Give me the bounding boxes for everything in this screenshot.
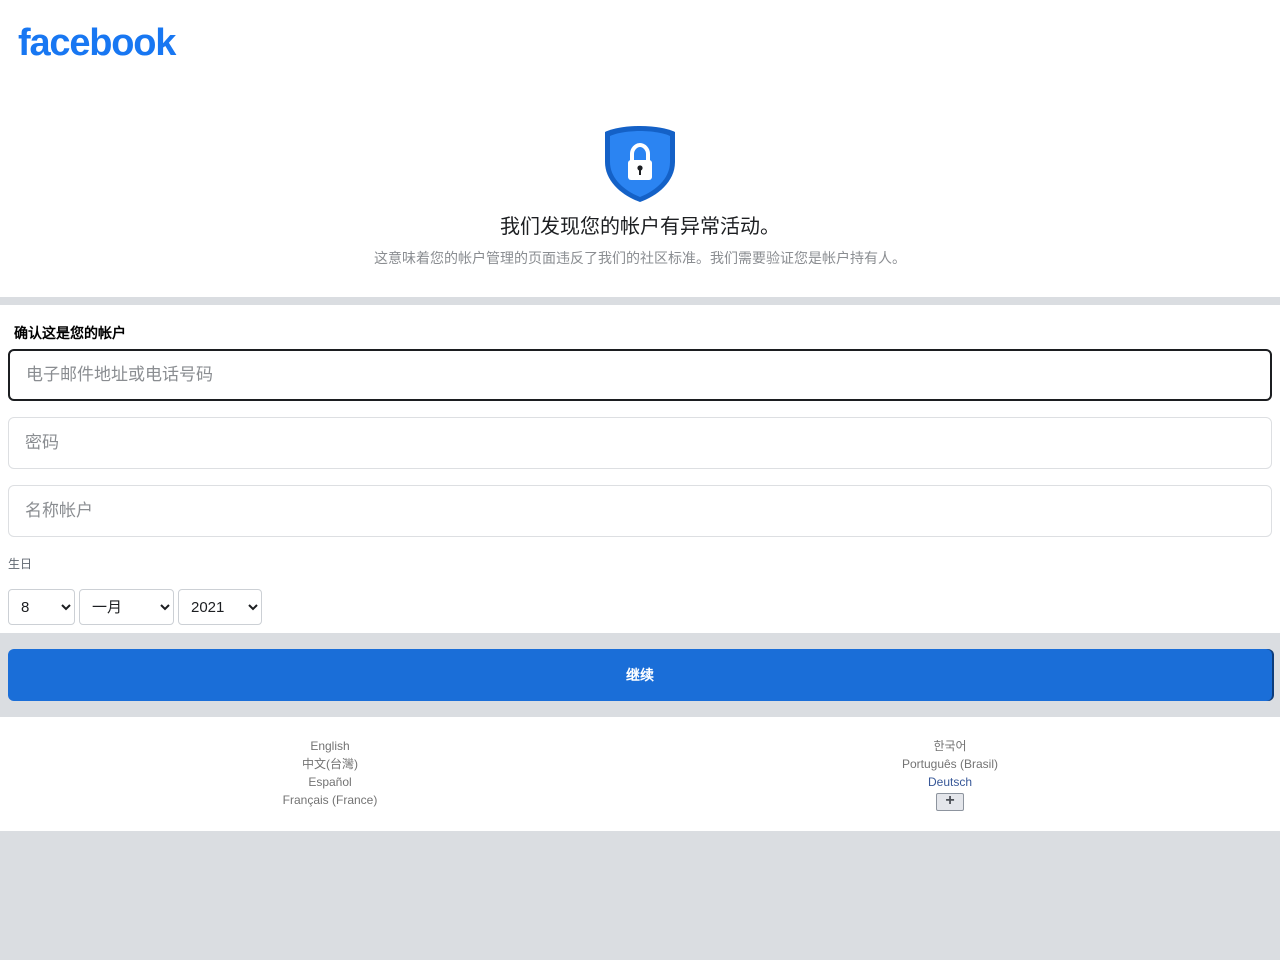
language-footer: English 中文(台灣) Español Français (France)…	[0, 717, 1280, 831]
birthday-month-select[interactable]: 一月	[79, 589, 174, 625]
continue-button[interactable]: 继续	[8, 649, 1272, 701]
language-link-portuguese-brazil[interactable]: Português (Brasil)	[800, 755, 1100, 773]
language-link-english[interactable]: English	[180, 737, 480, 755]
plus-icon: +	[945, 792, 955, 809]
section-divider	[0, 297, 1280, 305]
language-link-french[interactable]: Français (France)	[180, 791, 480, 809]
more-languages-button[interactable]: +	[936, 793, 964, 811]
language-list-left: English 中文(台灣) Español Français (France)	[180, 737, 480, 809]
language-link-spanish[interactable]: Español	[180, 773, 480, 791]
verification-form: 确认这是您的帐户 生日 8 一月 2021	[0, 305, 1280, 633]
alert-description: 这意味着您的帐户管理的页面违反了我们的社区标准。我们需要验证您是帐户持有人。	[374, 250, 906, 266]
facebook-logo[interactable]: facebook	[18, 22, 176, 65]
language-link-chinese-taiwan[interactable]: 中文(台灣)	[180, 755, 480, 773]
password-input[interactable]	[8, 417, 1272, 469]
button-area: 继续	[0, 633, 1280, 717]
birthday-year-select[interactable]: 2021	[178, 589, 262, 625]
header-section: facebook 我们发现您的帐户有异常活动。 这意味着您的帐户管理的页面违反了…	[0, 0, 1280, 297]
birthday-label: 生日	[8, 557, 33, 571]
language-link-korean[interactable]: 한국어	[800, 737, 1100, 755]
language-link-german[interactable]: Deutsch	[800, 773, 1100, 791]
account-name-input[interactable]	[8, 485, 1272, 537]
form-title: 确认这是您的帐户	[14, 325, 126, 341]
shield-lock-icon	[605, 126, 675, 202]
email-or-phone-input[interactable]	[8, 349, 1272, 401]
language-list-right: 한국어 Português (Brasil) Deutsch +	[800, 737, 1100, 811]
alert-headline: 我们发现您的帐户有异常活动。	[500, 216, 780, 238]
birthday-day-select[interactable]: 8	[8, 589, 75, 625]
